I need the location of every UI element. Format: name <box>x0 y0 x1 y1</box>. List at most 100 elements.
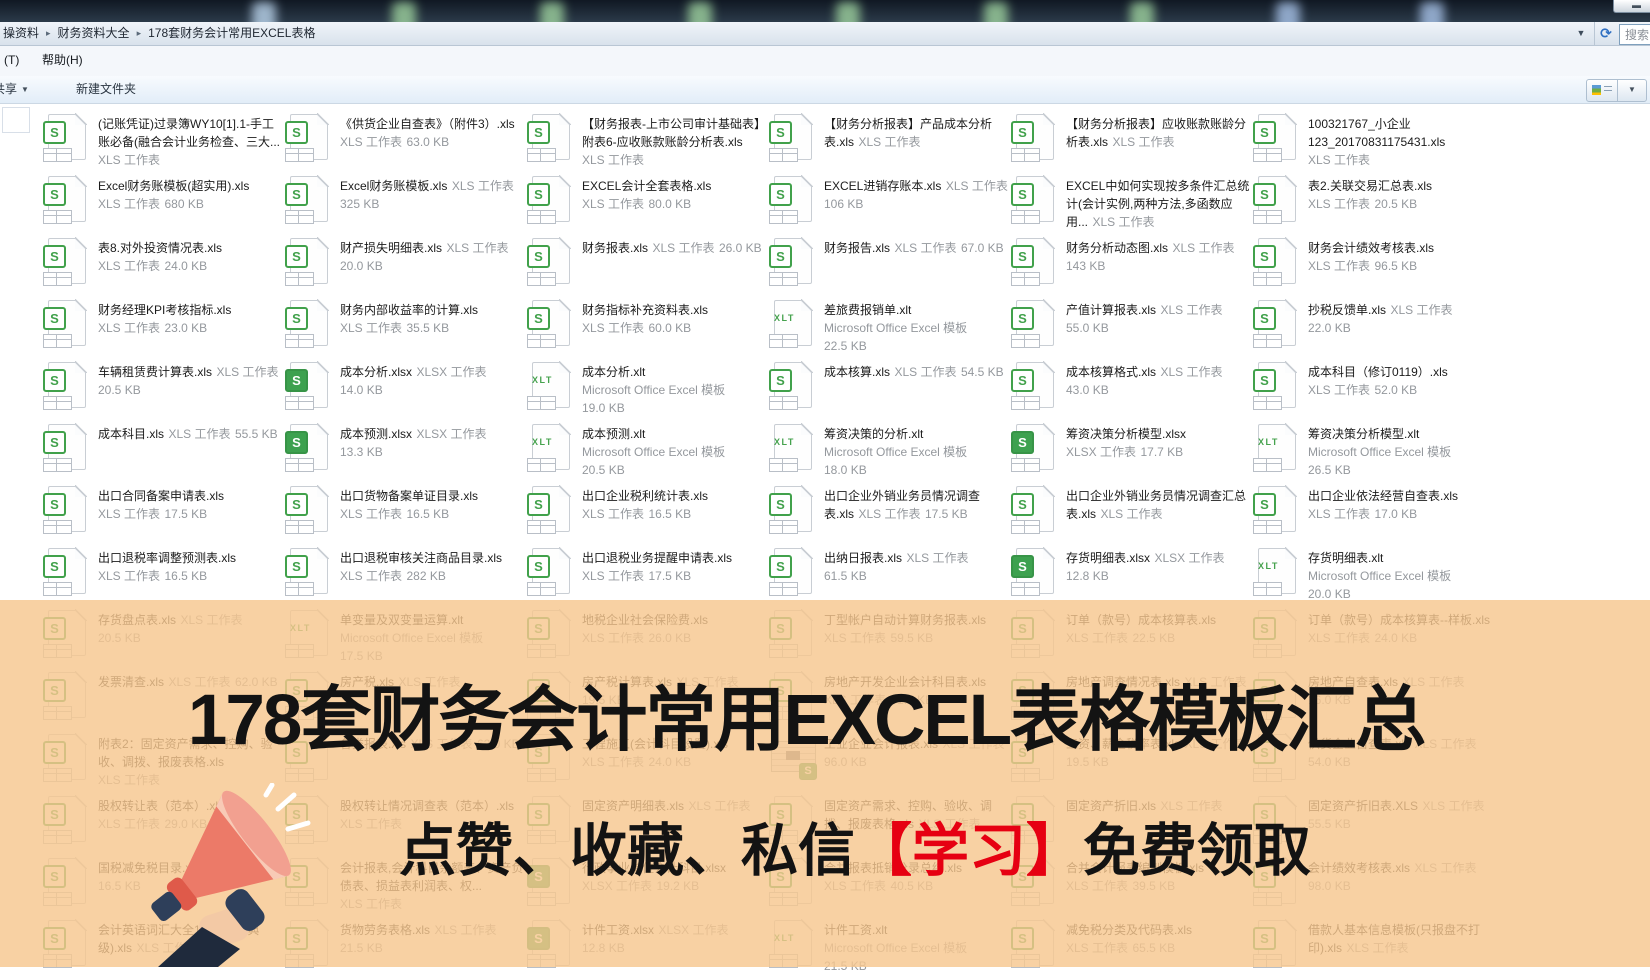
menu-item-tools[interactable]: (T) <box>4 45 19 76</box>
menu-item-help[interactable]: 帮助(H) <box>42 45 83 76</box>
address-dropdown-icon[interactable]: ▼ <box>1568 22 1595 45</box>
file-item[interactable]: SXLT 财产损失明细表.xls XLS 工作表 20.0 KB <box>282 236 524 298</box>
file-item[interactable]: SXLT EXCEL会计全套表格.xls XLS 工作表 80.0 KB <box>524 174 766 236</box>
file-item[interactable]: SXLT 成本分析.xlsx XLSX 工作表 14.0 KB <box>282 360 524 422</box>
file-item[interactable]: SXLT Excel财务账模板(超实用).xls XLS 工作表 680 KB <box>40 174 282 236</box>
file-name: 车辆租赁费计算表.xls <box>98 365 212 379</box>
file-item[interactable]: SXLT 【财务分析报表】应收账款账龄分析表.xls XLS 工作表 <box>1008 112 1250 174</box>
file-item[interactable]: SXLT 财务经理KPI考核指标.xls XLS 工作表 23.0 KB <box>40 298 282 360</box>
file-item[interactable]: SXLT (记账凭证)过录簿WY10[1].1-手工账必备(融合会计业务检查、三… <box>40 112 282 174</box>
file-type: XLS 工作表 <box>98 259 160 273</box>
file-type: XLS 工作表 <box>1100 507 1162 521</box>
file-name: 财务分析动态图.xls <box>1066 241 1168 255</box>
excel-file-icon: SXLT <box>532 176 570 224</box>
cta-suffix: 免费领取 <box>1083 819 1311 883</box>
file-item[interactable]: SXLT 筹资决策分析模型.xlsx XLSX 工作表 17.7 KB <box>1008 422 1250 484</box>
file-name: 出口退税率调整预测表.xls <box>98 551 236 565</box>
file-item[interactable]: SXLT 存货明细表.xlsx XLSX 工作表 12.8 KB <box>1008 546 1250 608</box>
file-name: 成本分析.xlt <box>582 365 645 379</box>
file-item[interactable]: SXLT 《供货企业自查表》（附件3）.xls XLS 工作表 63.0 KB <box>282 112 524 174</box>
file-item[interactable]: SXLT 差旅费报销单.xlt Microsoft Office Excel 模… <box>766 298 1008 360</box>
file-item[interactable]: SXLT 抄税反馈单.xls XLS 工作表 22.0 KB <box>1250 298 1492 360</box>
file-type: XLS 工作表 <box>1160 365 1222 379</box>
file-name: 财务报告.xls <box>824 241 890 255</box>
breadcrumb[interactable]: 操资料▸财务资料大全▸178套财务会计常用EXCEL表格 <box>3 22 315 45</box>
file-item[interactable]: SXLT 财务指标补充资料表.xls XLS 工作表 60.0 KB <box>524 298 766 360</box>
file-item[interactable]: SXLT 存货明细表.xlt Microsoft Office Excel 模板… <box>1250 546 1492 608</box>
file-item[interactable]: SXLT 产值计算报表.xls XLS 工作表 55.0 KB <box>1008 298 1250 360</box>
file-item[interactable]: SXLT 财务内部收益率的计算.xls XLS 工作表 35.5 KB <box>282 298 524 360</box>
file-size: 20.5 KB <box>582 463 625 477</box>
file-name: 表2.关联交易汇总表.xls <box>1308 179 1432 193</box>
file-name: 出口合同备案申请表.xls <box>98 489 224 503</box>
file-item[interactable]: SXLT 出口企业税利统计表.xls XLS 工作表 16.5 KB <box>524 484 766 546</box>
refresh-icon[interactable]: ⟳ <box>1594 22 1618 45</box>
file-item[interactable]: SXLT 成本预测.xlsx XLSX 工作表 13.3 KB <box>282 422 524 484</box>
file-type: XLSX 工作表 <box>416 427 486 441</box>
file-size: 17.0 KB <box>1374 507 1417 521</box>
view-options-dropdown[interactable]: ▼ <box>1617 79 1647 102</box>
minimize-button[interactable]: ▬ <box>1613 0 1650 13</box>
breadcrumb-segment[interactable]: 操资料 <box>3 26 39 40</box>
file-item[interactable]: SXLT EXCEL中如何实现按多条件汇总统计(会计实例,两种方法,多函数应用.… <box>1008 174 1250 236</box>
file-name: 成本科目.xls <box>98 427 164 441</box>
file-item[interactable]: SXLT 出口企业外销业务员情况调查汇总表.xls XLS 工作表 <box>1008 484 1250 546</box>
file-item[interactable]: SXLT 财务报告.xls XLS 工作表 67.0 KB <box>766 236 1008 298</box>
file-item[interactable]: SXLT 成本预测.xlt Microsoft Office Excel 模板 … <box>524 422 766 484</box>
excel-file-icon: SXLT <box>48 362 86 410</box>
breadcrumb-segment[interactable]: 178套财务会计常用EXCEL表格 <box>148 26 315 40</box>
file-size: 17.5 KB <box>925 507 968 521</box>
file-item[interactable]: SXLT 出纳日报表.xls XLS 工作表 61.5 KB <box>766 546 1008 608</box>
file-item[interactable]: SXLT 【财务分析报表】产品成本分析表.xls XLS 工作表 <box>766 112 1008 174</box>
address-bar[interactable]: 操资料▸财务资料大全▸178套财务会计常用EXCEL表格 ▼ ⟳ <box>0 22 1650 46</box>
file-type: XLSX 工作表 <box>1154 551 1224 565</box>
breadcrumb-segment[interactable]: 财务资料大全 <box>58 26 130 40</box>
blurred-desktop-icon <box>540 2 564 22</box>
file-type: Microsoft Office Excel 模板 <box>824 445 967 459</box>
file-item[interactable]: SXLT 出口合同备案申请表.xls XLS 工作表 17.5 KB <box>40 484 282 546</box>
file-item[interactable]: SXLT 成本核算.xls XLS 工作表 54.5 KB <box>766 360 1008 422</box>
file-item[interactable]: SXLT 100321767_小企业123_20170831175431.xls… <box>1250 112 1492 174</box>
file-type: XLS 工作表 <box>1112 135 1174 149</box>
file-item[interactable]: SXLT 出口企业依法经营自查表.xls XLS 工作表 17.0 KB <box>1250 484 1492 546</box>
file-name: 成本科目（修订0119）.xls <box>1308 365 1448 379</box>
file-item[interactable]: SXLT 出口企业外销业务员情况调查表.xls XLS 工作表 17.5 KB <box>766 484 1008 546</box>
file-item[interactable]: SXLT 成本核算格式.xls XLS 工作表 43.0 KB <box>1008 360 1250 422</box>
file-item[interactable]: SXLT 出口退税率调整预测表.xls XLS 工作表 16.5 KB <box>40 546 282 608</box>
file-item[interactable]: SXLT 出口货物备案单证目录.xls XLS 工作表 16.5 KB <box>282 484 524 546</box>
excel-file-icon: SXLT <box>290 486 328 534</box>
file-item[interactable]: SXLT 出口退税审核关注商品目录.xls XLS 工作表 282 KB <box>282 546 524 608</box>
file-item[interactable]: SXLT 筹资决策的分析.xlt Microsoft Office Excel … <box>766 422 1008 484</box>
file-item[interactable]: SXLT 车辆租赁费计算表.xls XLS 工作表 20.5 KB <box>40 360 282 422</box>
search-input[interactable]: 搜索 <box>1619 24 1650 45</box>
file-size: 20.0 KB <box>340 259 383 273</box>
file-type: XLS 工作表 <box>98 569 160 583</box>
file-item[interactable]: SXLT 表8.对外投资情况表.xls XLS 工作表 24.0 KB <box>40 236 282 298</box>
share-button[interactable]: 共享▼ <box>0 76 29 103</box>
file-item[interactable]: SXLT 财务会计绩效考核表.xls XLS 工作表 96.5 KB <box>1250 236 1492 298</box>
file-item[interactable]: SXLT 筹资决策分析模型.xlt Microsoft Office Excel… <box>1250 422 1492 484</box>
file-name: 财务经理KPI考核指标.xls <box>98 303 231 317</box>
file-item[interactable]: SXLT 成本科目.xls XLS 工作表 55.5 KB <box>40 422 282 484</box>
file-size: 20.5 KB <box>1374 197 1417 211</box>
file-item[interactable]: SXLT 成本分析.xlt Microsoft Office Excel 模板 … <box>524 360 766 422</box>
file-item[interactable]: SXLT 成本科目（修订0119）.xls XLS 工作表 52.0 KB <box>1250 360 1492 422</box>
file-item[interactable]: SXLT 出口退税业务提醒申请表.xls XLS 工作表 17.5 KB <box>524 546 766 608</box>
excel-file-icon: SXLT <box>774 548 812 596</box>
file-item[interactable]: SXLT 财务报表.xls XLS 工作表 26.0 KB <box>524 236 766 298</box>
file-item[interactable]: SXLT 财务分析动态图.xls XLS 工作表 143 KB <box>1008 236 1250 298</box>
file-item[interactable]: SXLT 表2.关联交易汇总表.xls XLS 工作表 20.5 KB <box>1250 174 1492 236</box>
excel-file-icon: SXLT <box>532 238 570 286</box>
file-item[interactable]: SXLT 【财务报表-上市公司审计基础表】附表6-应收账款账龄分析表.xls X… <box>524 112 766 174</box>
excel-file-icon: SXLT <box>532 114 570 162</box>
file-type: XLS 工作表 <box>452 179 514 193</box>
excel-file-icon: SXLT <box>532 548 570 596</box>
new-folder-button[interactable]: 新建文件夹 <box>76 76 136 103</box>
file-item[interactable]: SXLT Excel财务账模板.xls XLS 工作表 325 KB <box>282 174 524 236</box>
change-view-button[interactable] <box>1586 79 1618 102</box>
file-item[interactable]: SXLT EXCEL进销存账本.xls XLS 工作表 106 KB <box>766 174 1008 236</box>
file-type: XLS 工作表 <box>98 197 160 211</box>
view-lines-icon <box>1604 86 1612 94</box>
file-size: 35.5 KB <box>406 321 449 335</box>
view-icon <box>1592 85 1601 95</box>
